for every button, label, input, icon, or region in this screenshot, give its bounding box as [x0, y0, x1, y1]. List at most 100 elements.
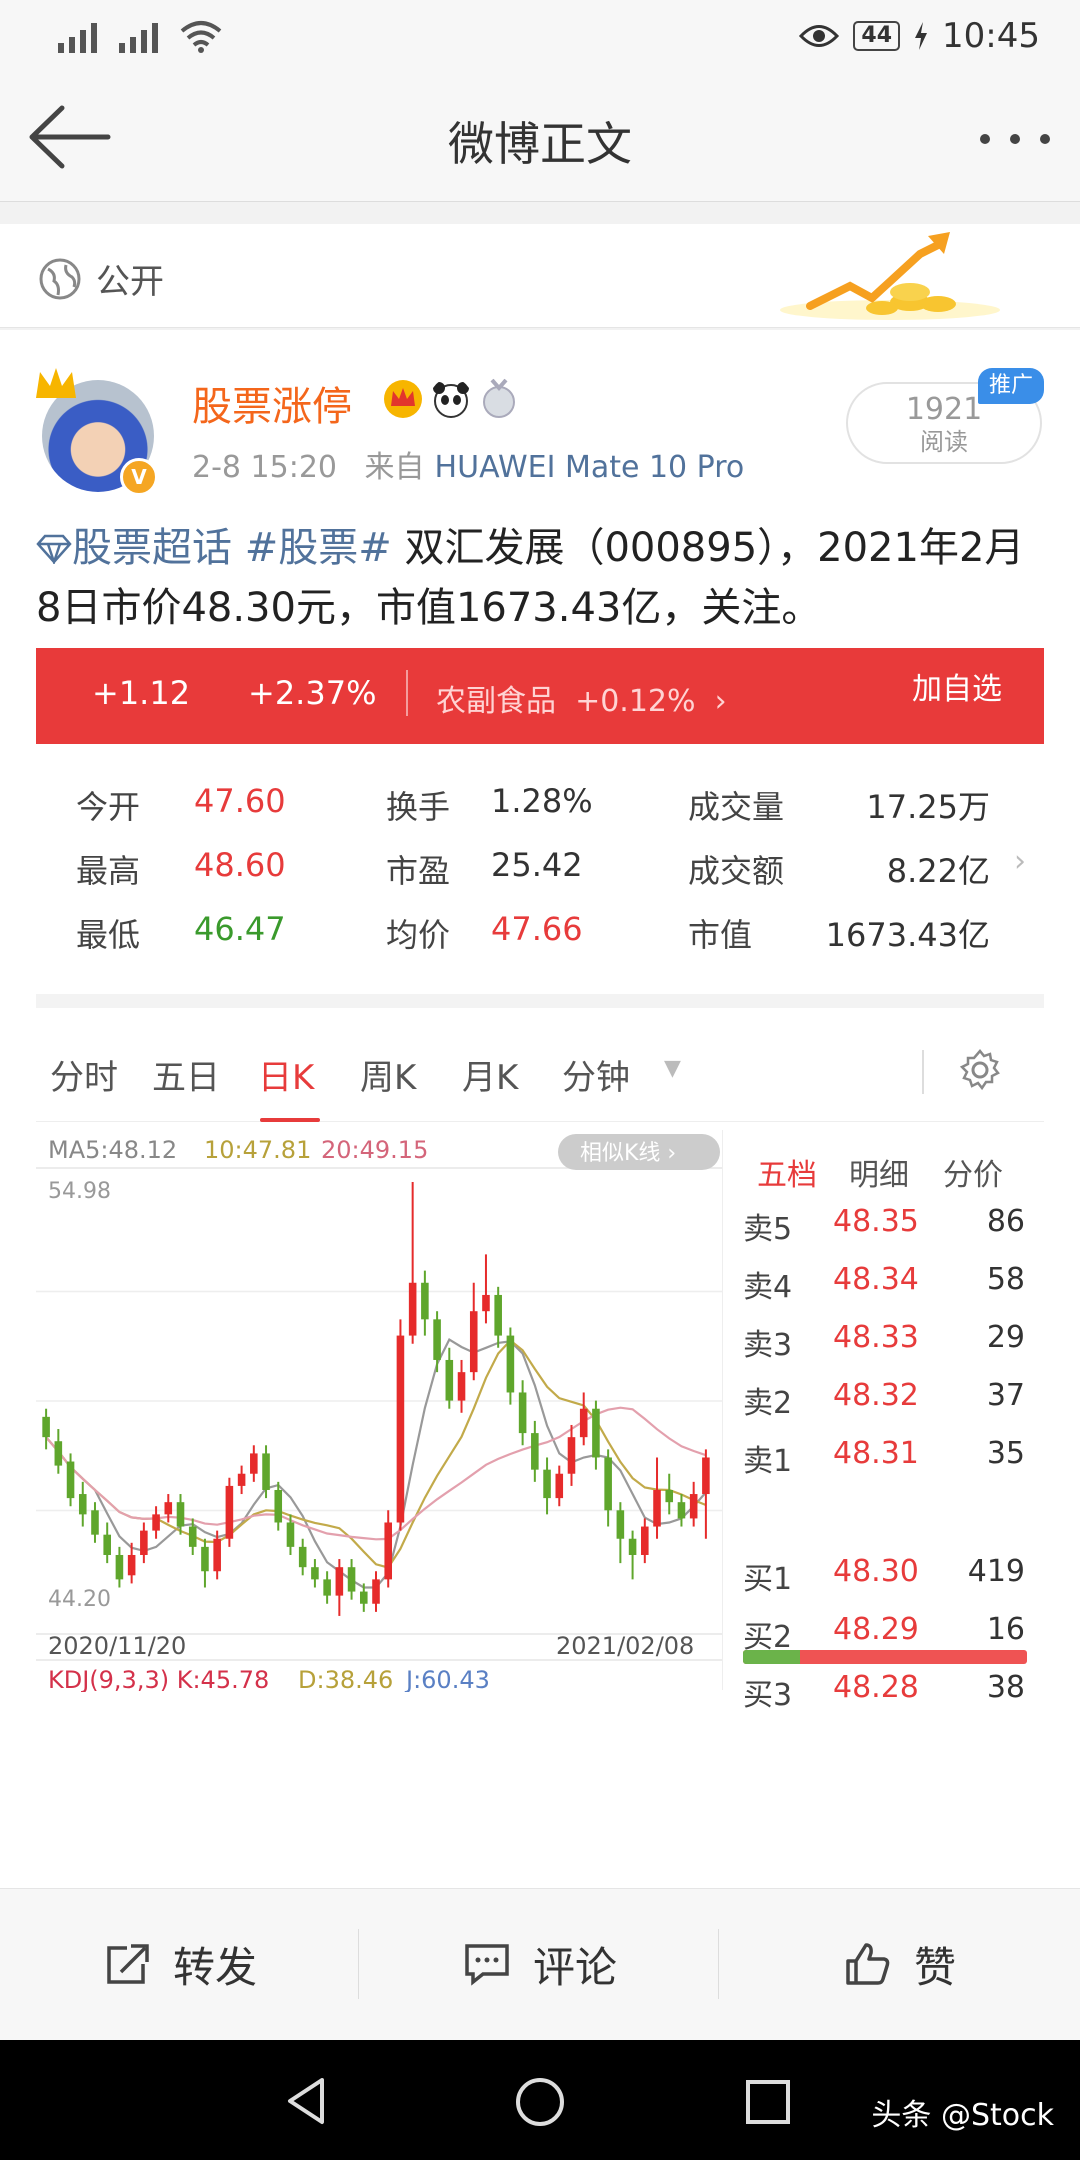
candle-body	[604, 1457, 612, 1511]
chevron-right-icon[interactable]: ›	[1014, 844, 1026, 879]
diamond-icon	[36, 534, 72, 566]
candle-body	[164, 1502, 173, 1515]
back-triangle-icon[interactable]	[282, 2076, 332, 2126]
level-volume: 58	[986, 1262, 1025, 1297]
candle-body	[274, 1489, 283, 1523]
candle-body	[457, 1372, 466, 1401]
author-name[interactable]: 股票涨停	[192, 374, 352, 432]
y-min-label: 44.20	[48, 1587, 111, 1612]
tab-weekly-k[interactable]: 周K	[360, 1050, 416, 1099]
bid-row: 买1 48.30 419	[723, 1554, 1045, 1598]
candle-body	[494, 1294, 502, 1336]
badge-list	[382, 378, 520, 420]
like-icon	[846, 1943, 890, 1985]
more-dots-icon[interactable]	[980, 134, 1050, 144]
supertopic-link[interactable]: 股票超话	[36, 525, 232, 571]
rising-arrow-coins-icon	[780, 232, 1000, 320]
signal-icon	[119, 21, 158, 53]
tab-minute[interactable]: 分钟	[562, 1050, 630, 1099]
stat-label: 最低	[76, 916, 141, 954]
level-volume: 419	[967, 1554, 1025, 1589]
candle-body	[445, 1359, 454, 1401]
action-separator	[358, 1929, 359, 1999]
candle-body	[213, 1538, 221, 1572]
stat-value: 17.25万	[866, 788, 990, 826]
candle-body	[372, 1579, 380, 1604]
medal-badge-icon[interactable]	[478, 378, 520, 420]
tab-five-day[interactable]: 五日	[152, 1050, 220, 1099]
recents-square-icon[interactable]	[744, 2078, 792, 2126]
level-volume: 35	[986, 1436, 1025, 1471]
action-bar: 转发 评论 赞	[0, 1888, 1080, 2040]
tab-daily-k[interactable]: 日K	[258, 1050, 314, 1099]
active-tab-underline	[260, 1118, 320, 1122]
candle-body	[225, 1485, 234, 1539]
panda-badge-icon[interactable]	[430, 378, 472, 420]
candle-body	[298, 1546, 307, 1568]
watermark: 头条 @Stock	[871, 2098, 1054, 2133]
bid-row: 买2 48.29 16	[723, 1612, 1045, 1656]
stat-value: 47.60	[194, 782, 286, 820]
battery-icon: 44	[853, 21, 901, 51]
stat-value: 47.66	[491, 910, 583, 948]
level-price: 48.31	[833, 1436, 919, 1471]
add-watchlist-button[interactable]: 加自选	[912, 664, 1002, 708]
order-book-tab[interactable]: 分价	[943, 1150, 1003, 1194]
tab-intraday[interactable]: 分时	[50, 1050, 118, 1099]
avatar[interactable]: V	[36, 368, 158, 496]
kline-chart[interactable]: MA5:48.12 10:47.81 20:49.15 相似K线 › 54.98 44.2…	[36, 1130, 722, 1692]
candle-body	[482, 1294, 490, 1312]
level-volume: 38	[986, 1670, 1025, 1705]
ma-label: 20:49.15	[321, 1136, 428, 1164]
candle-body	[665, 1489, 674, 1503]
bid-row: 买3 48.28 38	[723, 1670, 1045, 1714]
chart-tabs: 分时 五日 日K 周K 月K 分钟 ▼	[36, 1022, 1044, 1122]
crown-icon	[36, 368, 76, 398]
crown-badge-icon[interactable]	[382, 378, 424, 420]
charging-icon	[915, 22, 928, 50]
candle-body	[518, 1392, 527, 1434]
sector-info[interactable]: 农副食品 +0.12% ›	[436, 676, 727, 720]
order-book-tab[interactable]: 明细	[849, 1150, 909, 1194]
ask-row: 卖5 48.35 86	[723, 1204, 1045, 1248]
comment-button[interactable]: 评论	[360, 1889, 720, 2039]
stat-value: 48.60	[194, 846, 286, 884]
status-bar: 44 10:45	[0, 0, 1080, 72]
share-button[interactable]: 转发	[0, 1889, 360, 2039]
stat-label: 均价	[386, 916, 451, 954]
stat-label: 今开	[76, 788, 141, 826]
candle-body	[359, 1591, 368, 1604]
chevron-right-icon: ›	[714, 684, 727, 719]
kdj-label: D:38.46	[298, 1666, 393, 1692]
comment-label: 评论	[532, 1942, 617, 1992]
chevron-down-icon[interactable]: ▼	[664, 1056, 681, 1081]
ask-row: 卖4 48.34 58	[723, 1262, 1045, 1306]
hashtag-link[interactable]: #股票#	[245, 525, 392, 571]
level-volume: 16	[986, 1612, 1025, 1647]
system-nav-bar: 头条 @Stock	[0, 2040, 1080, 2160]
candle-body	[579, 1408, 588, 1438]
price-change-pct: +2.37%	[248, 674, 377, 712]
home-circle-icon[interactable]	[514, 2076, 566, 2128]
like-button[interactable]: 赞	[720, 1889, 1080, 2039]
gear-icon[interactable]	[958, 1048, 1002, 1092]
stock-stats[interactable]: 今开 47.60 换手 1.28% 成交量 17.25万 最高 48.60 市盈 25.42 成交额…	[36, 760, 1044, 954]
quote-bar[interactable]: +1.12 +2.37% 农副食品 +0.12% › 加自选	[36, 648, 1044, 744]
candle-body	[201, 1546, 209, 1572]
candle-body	[78, 1494, 87, 1515]
level-price: 48.29	[833, 1612, 919, 1647]
globe-icon	[39, 258, 81, 299]
level-name: 卖2	[743, 1386, 793, 1421]
order-book-tab[interactable]: 五档	[757, 1150, 817, 1194]
visibility-label: 公开	[96, 262, 164, 302]
post-source[interactable]: HUAWEI Mate 10 Pro	[435, 450, 745, 485]
verified-badge-icon: V	[120, 458, 158, 496]
candle-body	[335, 1567, 344, 1596]
level-name: 买2	[743, 1620, 793, 1655]
ma-label: MA5:48.12	[48, 1136, 177, 1164]
level-price: 48.28	[833, 1670, 919, 1705]
page-title: 微博正文	[448, 117, 632, 171]
tab-monthly-k[interactable]: 月K	[462, 1050, 518, 1099]
candle-body	[653, 1489, 661, 1527]
candle-body	[311, 1567, 319, 1580]
